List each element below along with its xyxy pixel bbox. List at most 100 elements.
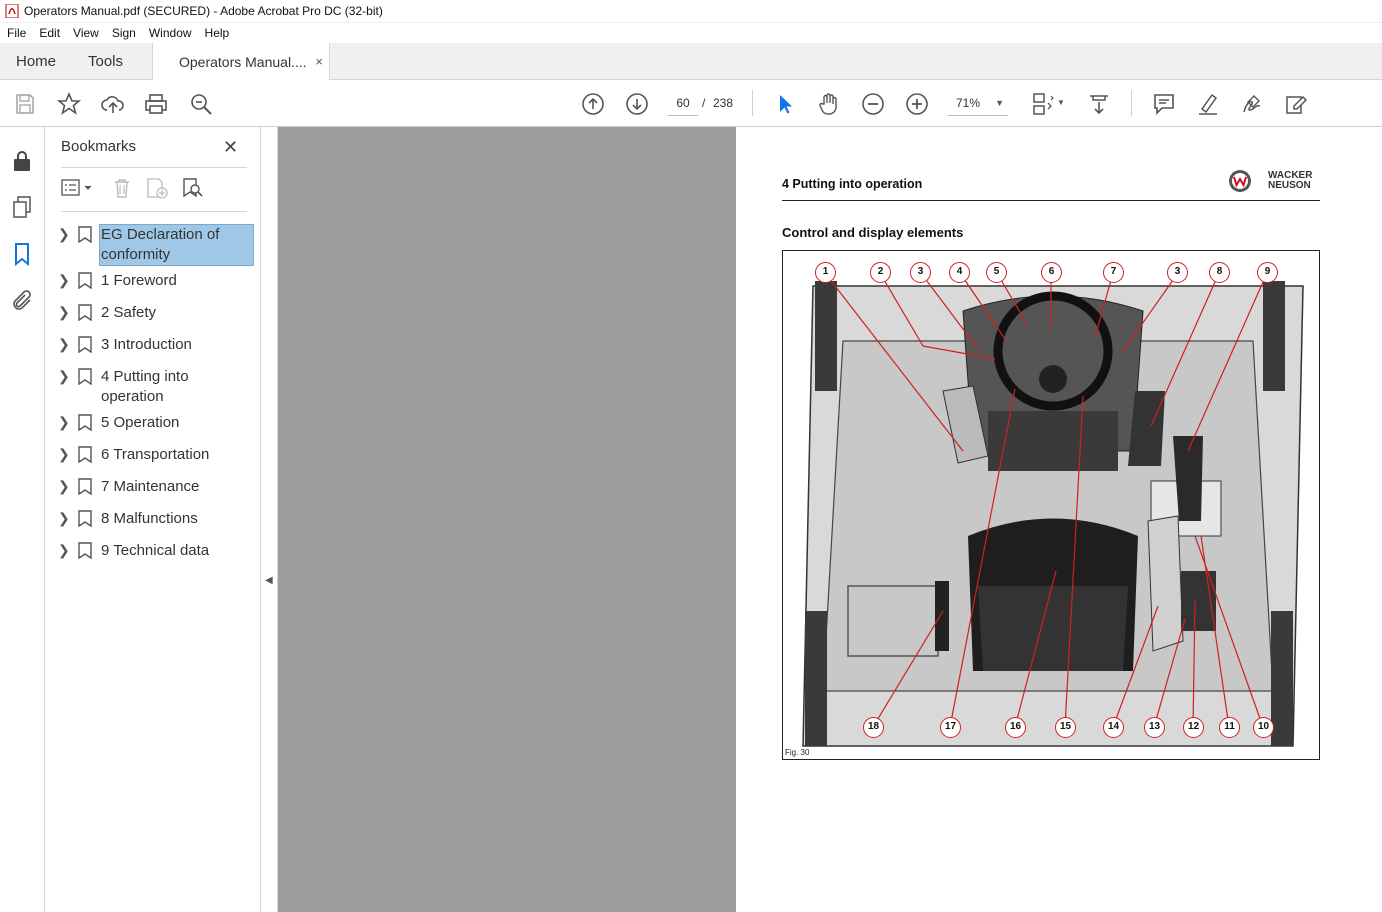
wacker-neuson-logo: WACKER NEUSON [1226,167,1322,195]
tab-document-label: Operators Manual.... [179,54,307,70]
page-layout-icon[interactable] [1030,91,1056,117]
bookmark-item[interactable]: ❯ 7 Maintenance [45,475,261,499]
chevron-right-icon[interactable]: ❯ [58,304,70,321]
comment-icon[interactable] [1151,91,1177,117]
sign-icon[interactable] [1239,91,1265,117]
callout-label: 16 [1005,717,1026,738]
chevron-down-icon: ▼ [995,98,1004,108]
menu-window[interactable]: Window [142,26,198,40]
cab-illustration [802,272,1304,747]
page-number-input[interactable]: 60 [668,90,698,116]
chevron-right-icon[interactable]: ❯ [58,414,70,431]
bookmark-icon [78,414,92,431]
divider [61,167,247,168]
collapse-panel-icon[interactable]: ◀ [265,575,273,586]
select-arrow-icon[interactable] [772,91,798,117]
callout-label: 8 [1209,262,1230,283]
menu-help[interactable]: Help [198,26,236,40]
zoom-in-icon[interactable] [904,91,930,117]
toolbar-divider [1131,90,1132,116]
logo-text: WACKER NEUSON [1268,170,1313,191]
page-down-icon[interactable] [624,91,650,117]
callout-label: 5 [986,262,1007,283]
tab-home[interactable]: Home [16,43,56,80]
page-total: 238 [713,96,734,110]
menu-bar: File Edit View Sign Window Help [0,23,1382,43]
bookmarks-panel: Bookmarks ✕ ❯ EG Declaration of conformi… [45,127,261,912]
highlight-icon[interactable] [1195,91,1221,117]
chevron-right-icon[interactable]: ❯ [58,368,70,385]
bookmark-item[interactable]: ❯ 3 Introduction [45,333,261,357]
zoom-out-icon[interactable] [860,91,886,117]
bookmark-item[interactable]: ❯ 9 Technical data [45,539,261,563]
bookmark-item[interactable]: ❯ 5 Operation [45,411,261,435]
bookmark-label: 2 Safety [101,304,157,321]
page-up-icon[interactable] [580,91,606,117]
print-icon[interactable] [143,91,169,117]
bookmark-item[interactable]: ❯ EG Declaration of conformity [45,223,261,266]
chevron-right-icon[interactable]: ❯ [58,272,70,289]
upload-icon[interactable] [100,91,126,117]
bookmark-label: 7 Maintenance [101,478,200,495]
scroll-mode-icon[interactable] [1086,91,1112,117]
attachment-icon[interactable] [10,289,34,313]
bookmark-icon [78,272,92,289]
bookmark-panel-icon[interactable] [10,242,34,266]
figure-label: Fig. 30 [785,748,810,757]
divider [61,211,247,212]
chevron-right-icon[interactable]: ❯ [58,336,70,353]
bookmark-label: 1 Foreword [101,272,177,289]
chevron-down-icon[interactable]: ▼ [1057,98,1065,107]
chevron-right-icon[interactable]: ❯ [58,478,70,495]
zoom-select[interactable]: 71% ▼ [948,90,1008,116]
callout-label: 18 [863,717,884,738]
bookmark-icon [78,510,92,527]
callout-label: 4 [949,262,970,283]
bookmarks-title: Bookmarks [61,138,137,155]
bookmark-label: 4 Putting into operation [101,368,189,405]
bookmark-item[interactable]: ❯ 4 Putting into operation [45,365,261,407]
hand-icon[interactable] [816,91,842,117]
bookmark-icon [78,446,92,463]
callout-label: 15 [1055,717,1076,738]
chevron-right-icon[interactable]: ❯ [58,542,70,559]
bookmark-item[interactable]: ❯ 8 Malfunctions [45,507,261,531]
logo-mark-icon [1229,170,1251,192]
find-bookmark-icon[interactable] [181,177,205,199]
header-rule [782,200,1320,201]
chevron-right-icon[interactable]: ❯ [58,226,70,243]
callout-label: 6 [1041,262,1062,283]
new-bookmark-icon[interactable] [145,177,169,199]
tab-tools[interactable]: Tools [88,43,123,80]
pages-icon[interactable] [10,195,34,219]
tab-document[interactable]: Operators Manual.... × [152,43,330,81]
bookmark-item[interactable]: ❯ 2 Safety [45,301,261,325]
save-icon[interactable] [12,91,38,117]
bookmark-item[interactable]: ❯ 6 Transportation [45,443,261,467]
chevron-right-icon[interactable]: ❯ [58,510,70,527]
bookmarks-toolbar [61,175,247,203]
options-icon[interactable] [61,177,95,199]
bookmark-icon [78,368,92,385]
chevron-right-icon[interactable]: ❯ [58,446,70,463]
panel-splitter[interactable]: ◀ [261,127,278,912]
menu-file[interactable]: File [0,26,32,40]
zoom-search-icon[interactable] [188,91,214,117]
section-title: Control and display elements [782,225,964,240]
callout-label: 3 [910,262,931,283]
edit-pdf-icon[interactable] [1283,91,1309,117]
trash-icon[interactable] [111,177,133,199]
bookmark-icon [78,336,92,353]
menu-sign[interactable]: Sign [105,26,142,40]
lock-icon[interactable] [10,149,34,173]
callout-label: 10 [1253,717,1274,738]
tab-close-icon[interactable]: × [315,54,323,69]
bookmark-item[interactable]: ❯ 1 Foreword [45,269,261,293]
star-icon[interactable] [56,91,82,117]
callout-label: 13 [1144,717,1165,738]
bookmark-icon [78,304,92,321]
acrobat-app-icon [5,4,19,18]
close-icon[interactable]: ✕ [223,137,238,158]
menu-edit[interactable]: Edit [32,26,66,40]
menu-view[interactable]: View [66,26,105,40]
